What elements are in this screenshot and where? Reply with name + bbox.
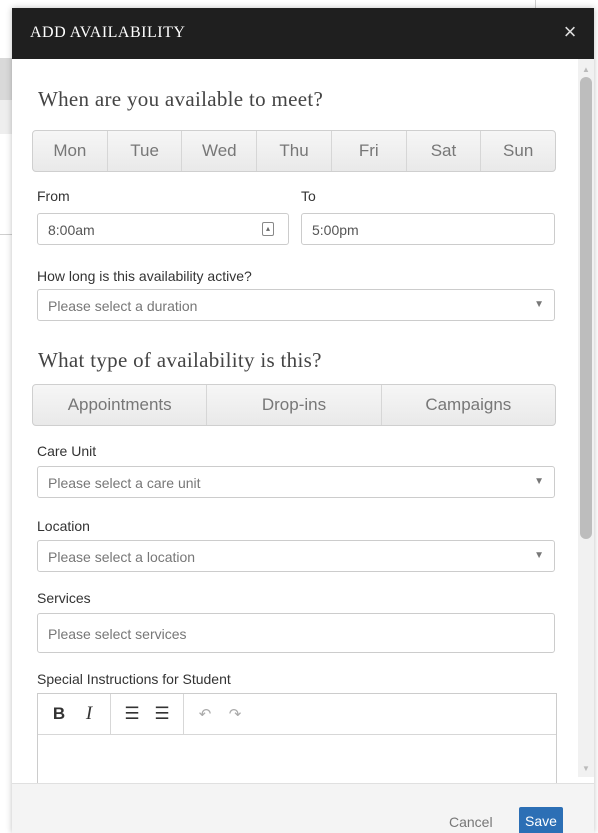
instructions-editor: B I ☰ ☰ ↶ ↷ bbox=[37, 693, 557, 783]
schedule-heading: When are you available to meet? bbox=[38, 87, 324, 111]
to-time-input[interactable]: 5:00pm bbox=[301, 213, 555, 245]
numbered-list-icon[interactable]: ☰ bbox=[147, 704, 177, 724]
instructions-label: Special Instructions for Student bbox=[37, 671, 231, 687]
from-label: From bbox=[37, 188, 70, 204]
day-tue-button[interactable]: Tue bbox=[108, 131, 183, 171]
background-panel-row bbox=[0, 100, 12, 134]
redo-icon[interactable]: ↷ bbox=[220, 705, 250, 723]
time-picker-icon[interactable]: ▴ bbox=[262, 222, 274, 236]
day-wed-button[interactable]: Wed bbox=[182, 131, 258, 171]
location-placeholder: Please select a location bbox=[48, 549, 196, 565]
services-label: Services bbox=[37, 590, 91, 606]
modal-header: ADD AVAILABILITY × bbox=[12, 8, 594, 59]
list-group: ☰ ☰ bbox=[111, 694, 184, 734]
location-label: Location bbox=[37, 518, 90, 534]
day-sun-button[interactable]: Sun bbox=[481, 131, 555, 171]
services-input[interactable]: Please select services bbox=[37, 613, 555, 653]
close-icon[interactable]: × bbox=[558, 18, 582, 46]
day-selector: Mon Tue Wed Thu Fri Sat Sun bbox=[32, 130, 556, 172]
availability-type-selector: Appointments Drop-ins Campaigns bbox=[32, 384, 556, 426]
availability-type-heading: What type of availability is this? bbox=[38, 348, 322, 372]
campaigns-button[interactable]: Campaigns bbox=[382, 385, 555, 425]
editor-toolbar: B I ☰ ☰ ↶ ↷ bbox=[38, 694, 556, 735]
instructions-textarea[interactable] bbox=[38, 735, 556, 783]
drop-ins-button[interactable]: Drop-ins bbox=[207, 385, 382, 425]
chevron-down-icon: ▼ bbox=[534, 476, 544, 487]
care-unit-label: Care Unit bbox=[37, 443, 97, 459]
modal-body[interactable]: When are you available to meet? Mon Tue … bbox=[12, 59, 594, 783]
duration-select[interactable]: Please select a duration ▼ bbox=[37, 289, 555, 321]
day-thu-button[interactable]: Thu bbox=[257, 131, 332, 171]
undo-icon[interactable]: ↶ bbox=[190, 705, 220, 723]
duration-placeholder: Please select a duration bbox=[48, 298, 198, 314]
modal-footer: Cancel Save bbox=[12, 783, 594, 833]
to-label: To bbox=[301, 188, 316, 204]
day-mon-button[interactable]: Mon bbox=[33, 131, 108, 171]
scrollbar-thumb[interactable] bbox=[580, 77, 592, 539]
from-time-value: 8:00am bbox=[48, 222, 95, 238]
modal-title: ADD AVAILABILITY bbox=[30, 24, 186, 41]
scroll-down-icon[interactable]: ▼ bbox=[578, 764, 594, 773]
scroll-up-icon[interactable]: ▲ bbox=[578, 65, 594, 74]
bullet-list-icon[interactable]: ☰ bbox=[117, 704, 147, 724]
from-time-input[interactable]: 8:00am ▴ bbox=[37, 213, 289, 245]
chevron-down-icon: ▼ bbox=[534, 550, 544, 561]
vertical-scrollbar[interactable]: ▲ ▼ bbox=[578, 59, 594, 777]
day-fri-button[interactable]: Fri bbox=[332, 131, 407, 171]
text-format-group: B I bbox=[38, 694, 111, 734]
background-divider bbox=[0, 234, 12, 235]
care-unit-select[interactable]: Please select a care unit ▼ bbox=[37, 466, 555, 498]
appointments-button[interactable]: Appointments bbox=[33, 385, 208, 425]
bold-icon[interactable]: B bbox=[44, 704, 74, 724]
care-unit-placeholder: Please select a care unit bbox=[48, 475, 201, 491]
add-availability-modal: ADD AVAILABILITY × When are you availabl… bbox=[12, 8, 594, 833]
cancel-button[interactable]: Cancel bbox=[449, 814, 493, 830]
history-group: ↶ ↷ bbox=[184, 694, 256, 734]
duration-label: How long is this availability active? bbox=[37, 268, 252, 284]
day-sat-button[interactable]: Sat bbox=[407, 131, 482, 171]
to-time-value: 5:00pm bbox=[312, 222, 359, 238]
location-select[interactable]: Please select a location ▼ bbox=[37, 540, 555, 572]
services-placeholder: Please select services bbox=[48, 626, 187, 642]
italic-icon[interactable]: I bbox=[74, 703, 104, 725]
save-button[interactable]: Save bbox=[519, 807, 563, 833]
chevron-down-icon: ▼ bbox=[534, 299, 544, 310]
